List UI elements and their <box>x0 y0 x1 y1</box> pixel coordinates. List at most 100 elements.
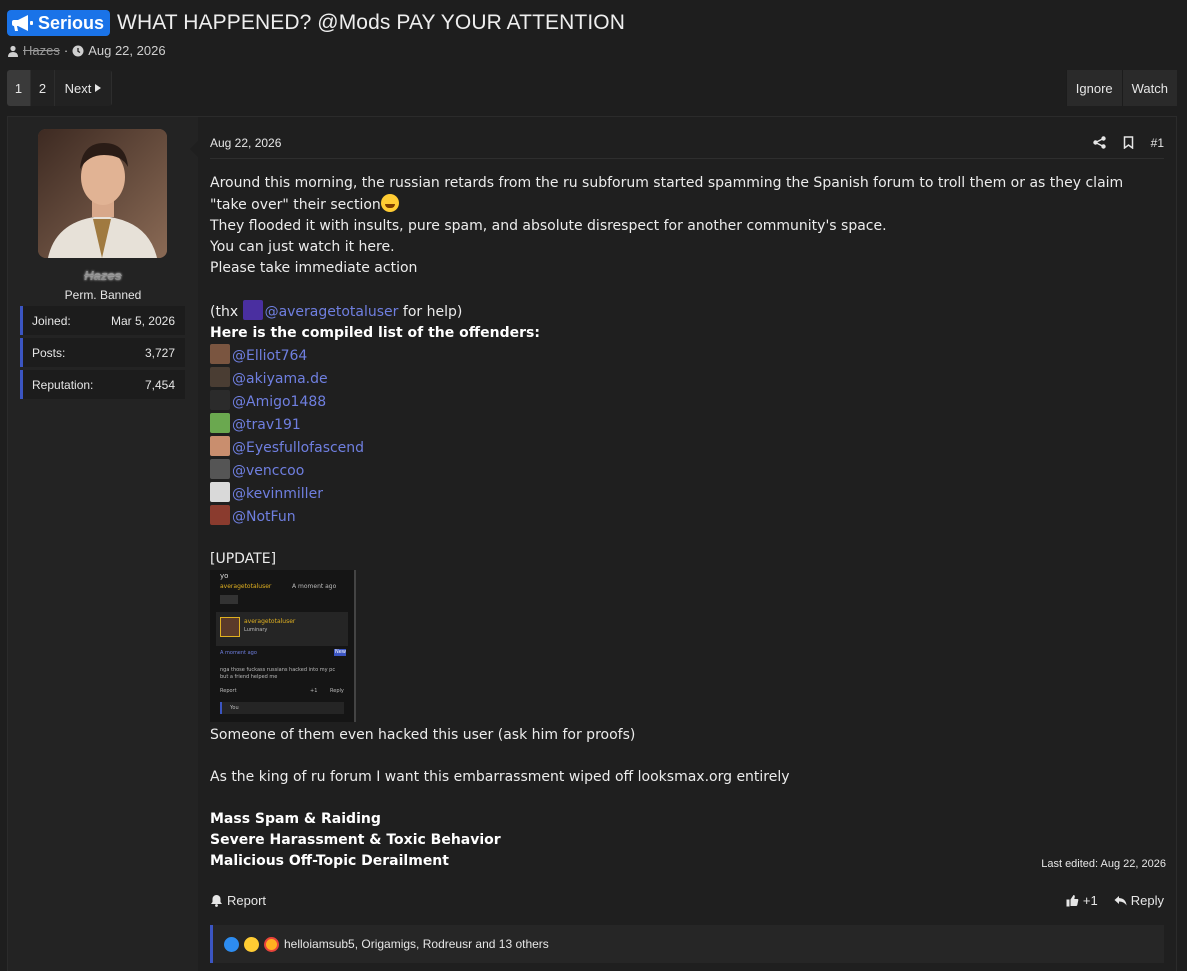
laugh-reaction-icon <box>244 936 259 952</box>
stat-reputation: Reputation: 7,454 <box>20 370 185 399</box>
update-label: [UPDATE] <box>210 551 277 567</box>
thread-prefix[interactable]: Serious <box>7 10 111 36</box>
thread-date[interactable]: Aug 22, 2026 <box>88 43 165 58</box>
mention-avatar[interactable] <box>210 459 230 479</box>
thanks-line: (thx @averagetotaluser for help) <box>210 300 1160 323</box>
share-icon[interactable] <box>1092 136 1106 149</box>
post-date[interactable]: Aug 22, 2026 <box>210 136 281 150</box>
post-number[interactable]: #1 <box>1151 136 1164 150</box>
page-2-button[interactable]: 2 <box>31 70 55 106</box>
shot-text: A moment ago <box>292 583 337 590</box>
reactions-text[interactable]: helloiamsub5, Origamigs, Rodreusr and 13… <box>284 937 549 951</box>
shot-text: A moment ago <box>220 650 257 656</box>
stat-value: 3,727 <box>144 345 175 360</box>
thread-prefix-label: Serious <box>38 12 105 33</box>
bookmark-icon[interactable] <box>1122 136 1135 149</box>
shot-text: averagetotaluser <box>220 583 272 590</box>
avatar[interactable] <box>38 129 167 258</box>
ignore-button[interactable]: Ignore <box>1065 70 1122 106</box>
post-header: Aug 22, 2026 #1 <box>210 127 1164 159</box>
last-edited: Last edited: Aug 22, 2026 <box>1041 858 1166 870</box>
shot-element <box>220 617 240 637</box>
body-line: You can just watch it here. <box>210 239 395 255</box>
mention-link[interactable]: @venccoo <box>232 463 304 479</box>
intro-paragraph: Around this morning, the russian retards… <box>210 173 1160 216</box>
reason-text: Severe Harassment & Toxic Behavior <box>210 832 501 848</box>
mention-avatar[interactable] <box>210 390 230 410</box>
reason-text: Malicious Off-Topic Derailment <box>210 853 449 869</box>
clock-icon <box>72 45 84 56</box>
thread-actions: Ignore Watch <box>1065 70 1177 106</box>
body-line: Someone of them even hacked this user (a… <box>210 727 636 743</box>
shot-text: New <box>335 649 346 655</box>
like-button[interactable]: +1 <box>1066 893 1098 908</box>
post-footer: Report +1 Reply <box>210 889 1164 911</box>
reactions-bar[interactable]: helloiamsub5, Origamigs, Rodreusr and 13… <box>210 925 1164 963</box>
thread-meta: Hazes · Aug 22, 2026 <box>7 43 166 58</box>
post-body: Around this morning, the russian retards… <box>210 173 1160 872</box>
laughing-emoji-icon <box>380 194 399 212</box>
mention-link[interactable]: @Elliot764 <box>232 348 307 364</box>
mention-link[interactable]: @NotFun <box>232 509 296 525</box>
offender-item: @venccoo <box>210 459 1160 482</box>
like-count: +1 <box>1082 892 1098 908</box>
page-1-button[interactable]: 1 <box>7 70 31 106</box>
shot-text: but a friend helped me <box>220 674 278 680</box>
offender-item: @Elliot764 <box>210 344 1160 367</box>
stat-value: 7,454 <box>144 377 175 392</box>
mention-avatar[interactable] <box>210 344 230 364</box>
user-title: Perm. Banned <box>64 288 142 302</box>
thread-author-link[interactable]: Hazes <box>23 43 60 58</box>
mention-link[interactable]: @kevinmiller <box>232 486 323 502</box>
next-label: Next <box>64 80 92 96</box>
pagination: 1 2 Next <box>7 70 112 106</box>
mention-avatar[interactable] <box>210 505 230 525</box>
post-header-actions: #1 <box>1092 136 1164 150</box>
mention-link[interactable]: @trav191 <box>232 417 301 433</box>
meta-separator: · <box>63 43 69 58</box>
offender-item: @NotFun <box>210 505 1160 528</box>
thread-title: WHAT HAPPENED? @Mods PAY YOUR ATTENTION <box>117 11 625 34</box>
post: Hazes Perm. Banned Joined: Mar 5, 2026 P… <box>7 116 1177 971</box>
watch-button[interactable]: Watch <box>1121 70 1177 106</box>
shot-text: averagetotaluser <box>244 618 296 625</box>
mention-avatar[interactable] <box>210 413 230 433</box>
shot-element <box>220 595 238 604</box>
offender-item: @akiyama.de <box>210 367 1160 390</box>
mention-link[interactable]: @akiyama.de <box>232 371 328 387</box>
stat-joined: Joined: Mar 5, 2026 <box>20 306 185 335</box>
bell-icon <box>211 894 222 907</box>
report-button[interactable]: Report <box>210 893 266 908</box>
reply-button[interactable]: Reply <box>1114 893 1164 908</box>
mention-link[interactable]: @Amigo1488 <box>232 394 326 410</box>
like-reaction-icon <box>224 936 239 952</box>
chevron-right-icon <box>95 84 102 92</box>
mention-avatar[interactable] <box>210 367 230 387</box>
mention-link[interactable]: @Eyesfullofascend <box>232 440 364 456</box>
shot-text: Report <box>220 688 237 694</box>
shot-text: You <box>230 705 239 711</box>
offender-item: @kevinmiller <box>210 482 1160 505</box>
report-label: Report <box>227 892 267 908</box>
reason-item: Severe Harassment & Toxic Behavior <box>210 830 1160 851</box>
intro-text: Around this morning, the russian retards… <box>210 175 1124 213</box>
mention-avatar[interactable] <box>210 436 230 456</box>
mention-avatar[interactable] <box>210 482 230 502</box>
shot-text: Reply <box>330 688 344 694</box>
mention-link[interactable]: @averagetotaluser <box>265 304 399 320</box>
mention-avatar[interactable] <box>242 300 263 320</box>
attached-screenshot[interactable]: yo averagetotaluser A moment ago average… <box>210 570 356 722</box>
stat-posts: Posts: 3,727 <box>20 338 185 367</box>
post-user-column: Hazes Perm. Banned Joined: Mar 5, 2026 P… <box>8 117 198 971</box>
shot-text: nga those fuckass russians hacked into m… <box>220 667 336 673</box>
shot-text: +1 <box>310 688 318 694</box>
reply-icon <box>1114 895 1127 905</box>
post-username[interactable]: Hazes <box>8 268 198 283</box>
thread-header: Serious WHAT HAPPENED? @Mods PAY YOUR AT… <box>7 9 625 37</box>
post-content: Aug 22, 2026 #1 Around this morning, the… <box>190 117 1176 971</box>
list-heading: Here is the compiled list of the offende… <box>210 323 1160 344</box>
next-page-button[interactable]: Next <box>55 70 112 106</box>
thanks-suffix: for help) <box>398 304 463 320</box>
stat-label: Reputation: <box>32 377 94 392</box>
